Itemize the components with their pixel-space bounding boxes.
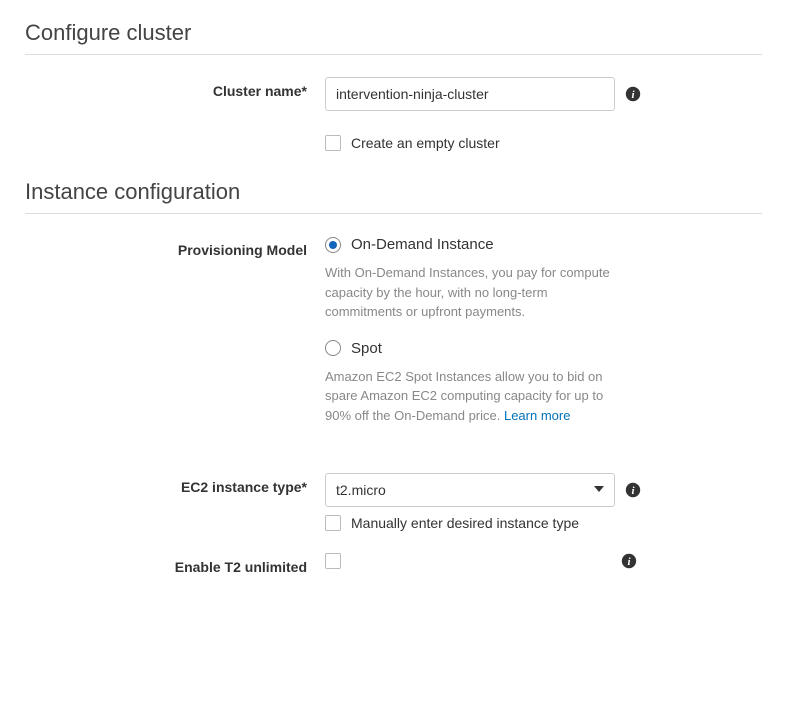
row-provisioning-model: Provisioning Model On-Demand Instance Wi… — [25, 236, 762, 443]
radio-on-demand-label: On-Demand Instance — [351, 236, 494, 253]
row-empty-cluster: Create an empty cluster — [25, 133, 762, 151]
empty-cluster-label: Create an empty cluster — [351, 135, 500, 151]
help-on-demand: With On-Demand Instances, you pay for co… — [325, 263, 617, 322]
info-icon[interactable]: i — [625, 86, 641, 102]
label-instance-type: EC2 instance type* — [25, 473, 325, 495]
section-title-configure-cluster: Configure cluster — [25, 20, 762, 55]
label-provisioning-model: Provisioning Model — [25, 236, 325, 258]
instance-type-value: t2.micro — [336, 482, 386, 498]
manual-instance-type-label: Manually enter desired instance type — [351, 515, 579, 531]
row-instance-type: EC2 instance type* t2.micro i Manually e… — [25, 473, 762, 531]
info-icon[interactable]: i — [625, 482, 641, 498]
info-icon[interactable]: i — [621, 553, 637, 569]
empty-cluster-checkbox[interactable] — [325, 135, 341, 151]
row-cluster-name: Cluster name* i — [25, 77, 762, 111]
help-spot: Amazon EC2 Spot Instances allow you to b… — [325, 367, 617, 426]
section-title-instance-configuration: Instance configuration — [25, 179, 762, 214]
radio-on-demand[interactable] — [325, 237, 341, 253]
radio-spot-label: Spot — [351, 340, 382, 357]
row-t2-unlimited: Enable T2 unlimited i — [25, 553, 762, 575]
learn-more-link[interactable]: Learn more — [504, 408, 570, 423]
manual-instance-type-checkbox[interactable] — [325, 515, 341, 531]
t2-unlimited-checkbox[interactable] — [325, 553, 341, 569]
label-cluster-name: Cluster name* — [25, 77, 325, 99]
cluster-name-input[interactable] — [325, 77, 615, 111]
radio-spot[interactable] — [325, 340, 341, 356]
instance-type-select[interactable]: t2.micro — [325, 473, 615, 507]
label-t2-unlimited: Enable T2 unlimited — [25, 553, 325, 575]
